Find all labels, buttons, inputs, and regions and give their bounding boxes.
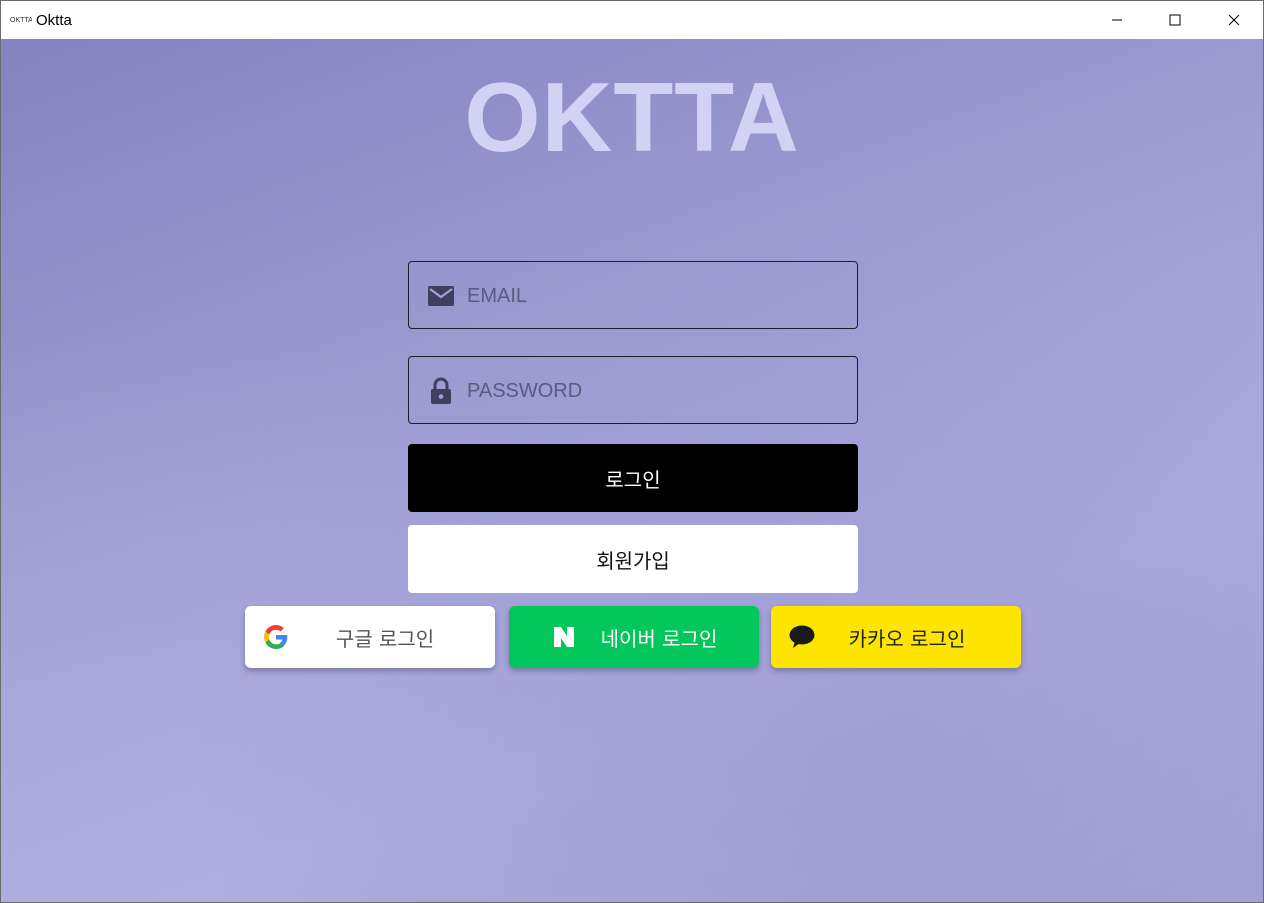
naver-login-label: 네이버 로그인 xyxy=(600,626,718,651)
brand-logo: OKTTA xyxy=(464,62,800,172)
login-button[interactable]: 로그인 xyxy=(408,444,858,512)
maximize-icon xyxy=(1169,14,1181,26)
oktta-mini-logo-icon: OKTTA xyxy=(10,14,32,24)
google-login-label: 구글 로그인 xyxy=(335,626,435,651)
svg-text:OKTTA: OKTTA xyxy=(10,17,32,23)
maximize-button[interactable] xyxy=(1146,1,1204,39)
google-login-button[interactable]: 구글 로그인 xyxy=(245,606,495,668)
email-input[interactable] xyxy=(465,262,849,330)
close-button[interactable] xyxy=(1205,1,1263,39)
signup-button[interactable]: 회원가입 xyxy=(408,525,858,593)
app-window: OKTTA Oktta OKTTA EMAIL 로그인 회원가입 구글 로그인 … xyxy=(0,0,1264,903)
password-field[interactable] xyxy=(408,356,858,425)
login-screen: OKTTA 로그인 회원가입 xyxy=(1,39,1263,902)
mail-icon xyxy=(427,282,454,309)
lock-icon xyxy=(427,377,454,404)
minimize-icon xyxy=(1112,19,1122,21)
kakao-login-label: 카카오 로그인 xyxy=(848,626,966,651)
close-icon xyxy=(1228,14,1240,26)
kakao-login-button[interactable]: 카카오 로그인 xyxy=(771,606,1021,668)
email-field[interactable] xyxy=(408,261,858,330)
password-input[interactable] xyxy=(465,357,849,425)
title-bar[interactable]: OKTTA Oktta xyxy=(1,1,1263,39)
window-title: Oktta xyxy=(36,12,72,29)
naver-login-button[interactable]: 네이버 로그인 xyxy=(509,606,759,668)
minimize-button[interactable] xyxy=(1088,1,1146,39)
